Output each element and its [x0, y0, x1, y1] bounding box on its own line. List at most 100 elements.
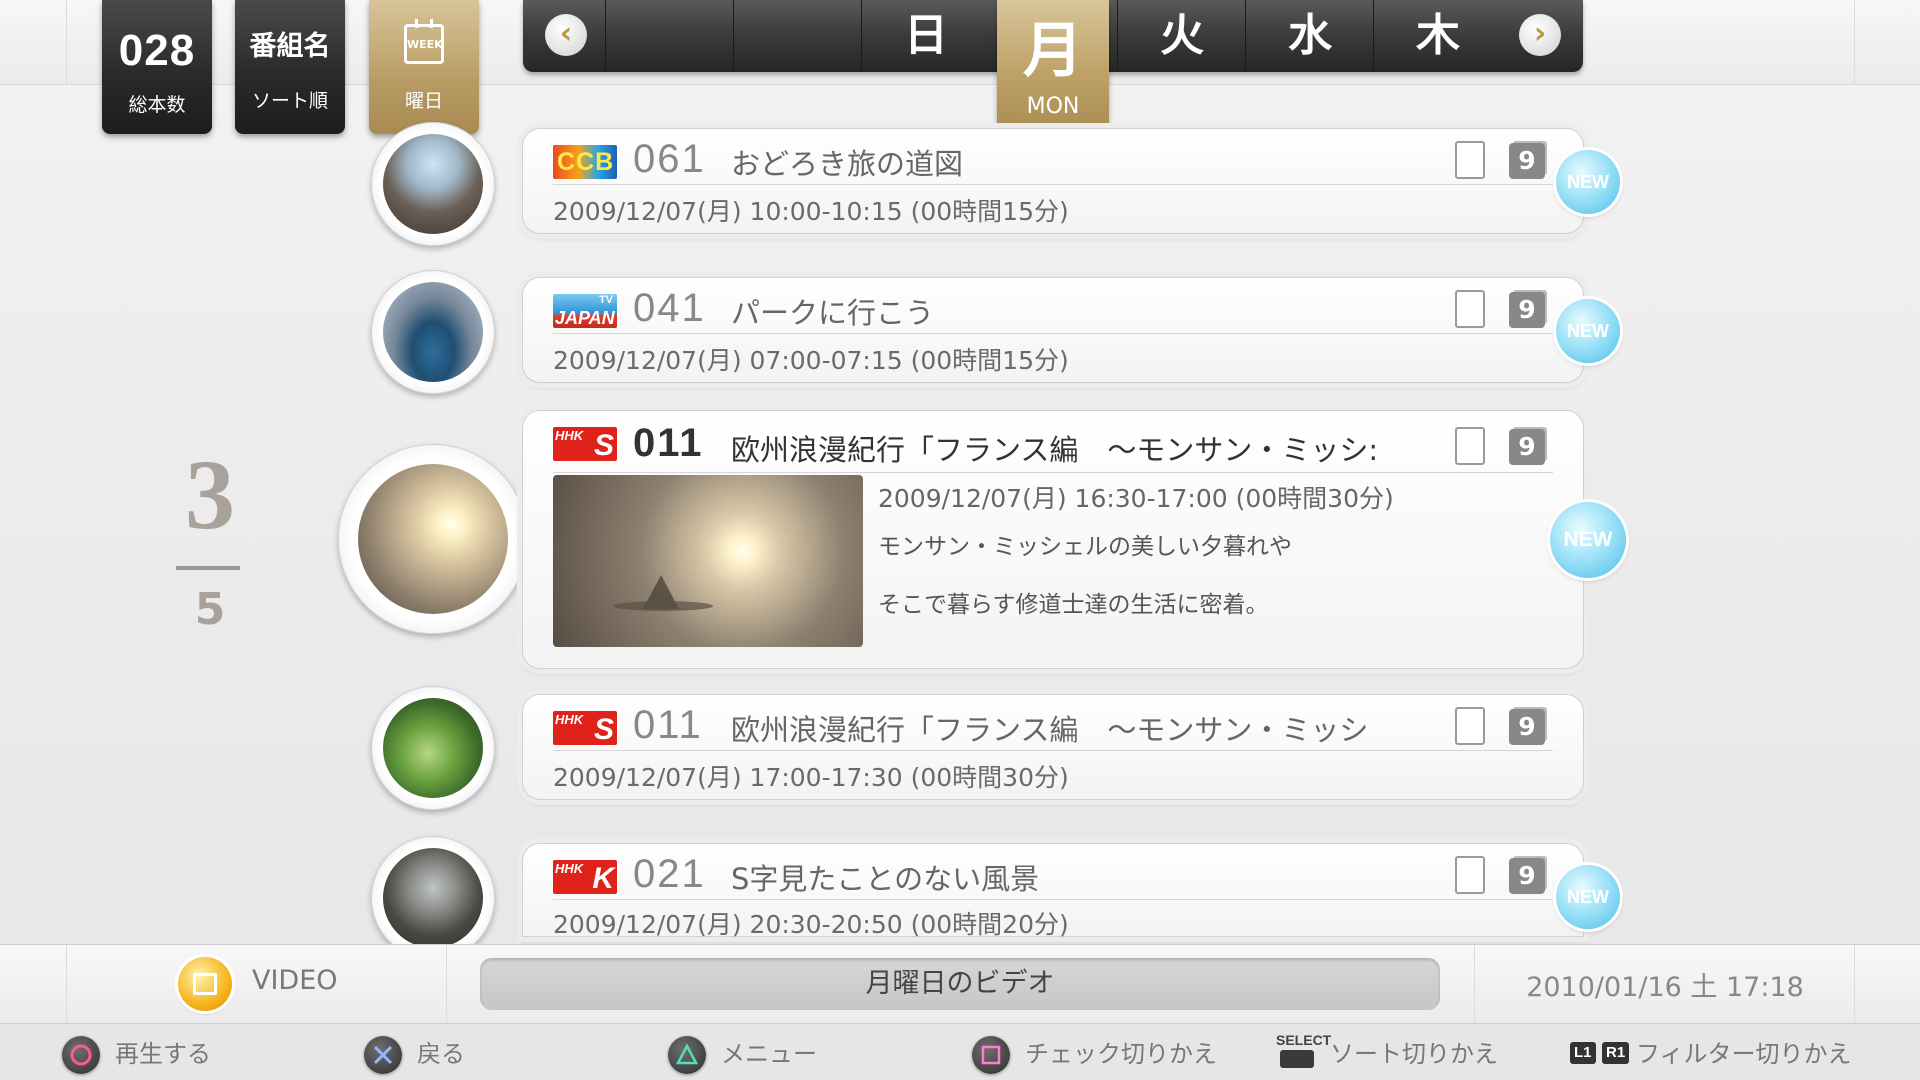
total-count-value: 028 — [118, 26, 196, 75]
row-divider — [553, 333, 1553, 334]
program-thumbnail[interactable] — [371, 270, 495, 394]
triangle-button-icon — [668, 1036, 706, 1074]
thumbnail-image — [358, 464, 508, 614]
channel-logo: HHK K — [553, 860, 617, 894]
info-bar: VIDEO 月曜日のビデオ 2010/01/16 土 17:18 — [0, 944, 1920, 1024]
program-description-line: モンサン・ミッシェルの美しい夕暮れや — [878, 534, 1292, 560]
hint-menu: メニュー — [721, 1040, 817, 1068]
select-button-shape — [1280, 1050, 1314, 1068]
day-cell[interactable] — [733, 0, 862, 72]
thumbnail-image — [383, 282, 483, 382]
program-datetime: 2009/12/07(月) 17:00-17:30 (00時間30分) — [553, 763, 1069, 792]
channel-logo-text: CCB — [557, 148, 615, 176]
thumbnail-image — [383, 848, 483, 948]
program-datetime: 2009/12/07(月) 10:00-10:15 (00時間15分) — [553, 197, 1069, 226]
checkbox-icon[interactable] — [1455, 290, 1485, 328]
program-title: パークに行こう — [731, 296, 935, 330]
channel-number: 061 — [633, 137, 706, 181]
parental-rating-icon: 9 — [1509, 429, 1545, 465]
row-divider — [553, 899, 1553, 900]
program-thumbnail-focused[interactable] — [338, 444, 528, 634]
l1-button-icon: L1 — [1570, 1042, 1596, 1064]
program-thumbnail[interactable] — [371, 686, 495, 810]
program-row[interactable]: CCB 061 おどろき旅の道図 2009/12/07(月) 10:00-10:… — [522, 128, 1584, 234]
day-cell-wednesday[interactable]: 水 — [1245, 0, 1374, 72]
parental-rating-icon: 9 — [1509, 858, 1545, 894]
hint-toggle-check: チェック切りかえ — [1025, 1040, 1217, 1068]
day-cell-thursday[interactable]: 木 — [1373, 0, 1502, 72]
checkbox-icon[interactable] — [1455, 707, 1485, 745]
prev-day-arrow-icon[interactable]: ‹ — [545, 14, 587, 56]
page-divider — [176, 566, 240, 570]
program-preview-image[interactable] — [553, 475, 863, 647]
page-current: 3 — [185, 439, 235, 550]
app-label: VIDEO — [252, 965, 338, 996]
day-cell-sunday[interactable]: 日 — [861, 0, 990, 72]
program-row-focused[interactable]: HHK S 011 欧州浪漫紀行「フランス編 ～モンサン・ミッシ: 9 2009… — [522, 410, 1584, 669]
channel-logo: HHK S — [553, 711, 617, 745]
checkbox-icon[interactable] — [1455, 141, 1485, 179]
select-button-label: SELECT — [1276, 1032, 1332, 1048]
program-datetime: 2009/12/07(月) 20:30-20:50 (00時間20分) — [553, 910, 1069, 939]
parental-rating-icon: 9 — [1509, 143, 1545, 179]
page-total: 5 — [194, 584, 226, 635]
checkbox-icon[interactable] — [1455, 427, 1485, 465]
channel-logo: TV JAPAN — [553, 294, 617, 328]
program-row[interactable]: TV JAPAN 041 パークに行こう 2009/12/07(月) 07:00… — [522, 277, 1584, 383]
video-film-icon — [178, 957, 232, 1011]
day-cell-monday-selected[interactable]: 月 MON — [997, 0, 1109, 136]
day-cell-tuesday[interactable]: 火 — [1117, 0, 1246, 72]
program-thumbnail[interactable] — [371, 836, 495, 960]
total-count-label: 総本数 — [128, 94, 186, 116]
channel-logo: CCB — [553, 145, 617, 179]
total-count-tile[interactable]: 028 総本数 — [102, 0, 212, 134]
hint-play: 再生する — [115, 1040, 211, 1068]
program-datetime: 2009/12/07(月) 16:30-17:00 (00時間30分) — [878, 484, 1394, 513]
day-filter-label: 曜日 — [404, 90, 443, 112]
calendar-icon: WEEK — [404, 19, 444, 64]
row-divider — [553, 472, 1553, 473]
channel-logo: HHK S — [553, 427, 617, 461]
divider — [446, 945, 447, 1023]
square-button-icon — [972, 1036, 1010, 1074]
list-title: 月曜日のビデオ — [480, 958, 1440, 1010]
divider — [66, 0, 67, 84]
select-button-icon: SELECT — [1276, 1032, 1332, 1068]
thumbnail-image — [383, 698, 483, 798]
sort-order-tile[interactable]: 番組名 ソート順 — [235, 0, 345, 134]
sort-order-value: 番組名 — [249, 31, 331, 62]
program-title: S字見たことのない風景 — [731, 862, 1040, 896]
sort-order-label: ソート順 — [251, 90, 328, 112]
cross-button-icon — [364, 1036, 402, 1074]
channel-number: 021 — [633, 852, 706, 896]
channel-logo-sub: S — [593, 429, 614, 461]
program-title: おどろき旅の道図 — [731, 147, 964, 181]
button-hints: 再生する 戻る メニュー チェック切りかえ — [0, 1024, 1920, 1080]
parental-rating-icon: 9 — [1509, 292, 1545, 328]
selected-day-english: MON — [1026, 94, 1080, 119]
r1-button-icon: R1 — [1602, 1042, 1630, 1064]
program-datetime: 2009/12/07(月) 07:00-07:15 (00時間15分) — [553, 346, 1069, 375]
program-title: 欧州浪漫紀行「フランス編 ～モンサン・ミッシ: — [731, 433, 1379, 467]
channel-logo-text: HHK — [555, 861, 584, 876]
day-filter-tile[interactable]: WEEK 曜日 — [369, 0, 479, 134]
row-divider — [553, 750, 1553, 751]
channel-logo-text: HHK — [555, 712, 584, 727]
calendar-icon-text: WEEK — [407, 38, 443, 51]
selected-day-kanji: 月 — [1023, 16, 1083, 86]
hint-back: 戻る — [417, 1040, 465, 1068]
program-thumbnail[interactable] — [371, 122, 495, 246]
program-description-line: そこで暮らす修道士達の生活に密着。 — [878, 592, 1269, 618]
channel-number: 041 — [633, 286, 706, 330]
channel-number: 011 — [633, 421, 704, 465]
next-day-arrow-icon[interactable]: › — [1519, 14, 1561, 56]
channel-logo-text: HHK — [555, 428, 584, 443]
new-badge-icon: NEW — [1556, 865, 1620, 929]
day-cell[interactable] — [605, 0, 734, 72]
checkbox-icon[interactable] — [1455, 856, 1485, 894]
program-row[interactable]: HHK S 011 欧州浪漫紀行「フランス編 ～モンサン・ミッシ 2009/12… — [522, 694, 1584, 800]
channel-number: 011 — [633, 703, 703, 747]
program-row[interactable]: HHK K 021 S字見たことのない風景 2009/12/07(月) 20:3… — [522, 843, 1584, 939]
new-badge-icon: NEW — [1556, 150, 1620, 214]
hint-sort: ソート切りかえ — [1330, 1040, 1498, 1068]
